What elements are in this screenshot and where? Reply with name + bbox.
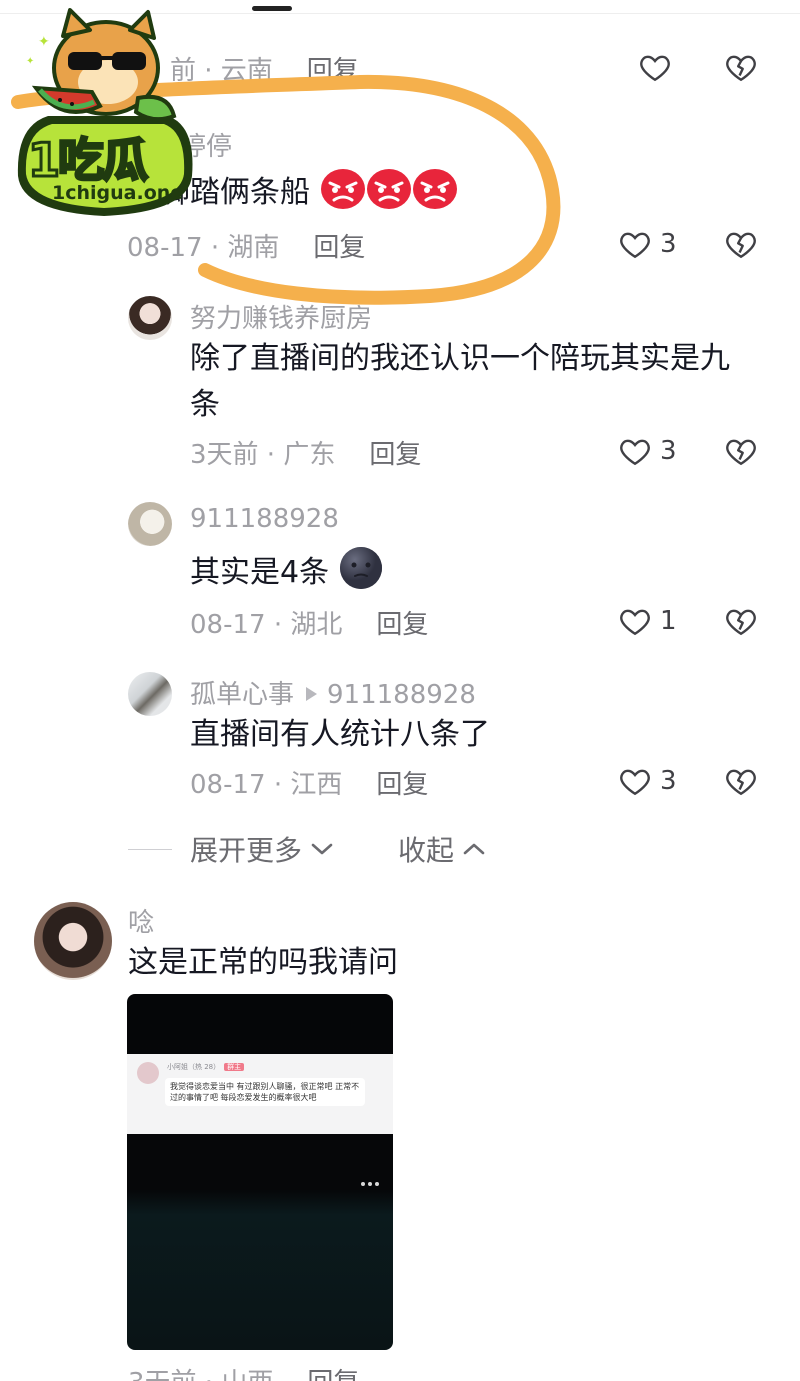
watermark-brand: 1吃瓜 — [26, 132, 149, 189]
more-dots-icon[interactable] — [361, 1182, 379, 1186]
like-button[interactable]: 3 — [618, 434, 677, 468]
comment-date-location: 08-17 · 湖南 — [127, 233, 280, 263]
comment-video-thumbnail[interactable]: 小阿姐（热 28） 群主 我觉得谈恋爱当中 有过跟别人聊骚，很正常吧 正常不过的事… — [127, 994, 393, 1350]
reply-author[interactable]: 努力赚钱养厨房 — [190, 298, 372, 335]
collapse-button[interactable]: 收起 — [398, 829, 486, 869]
chat-avatar — [137, 1062, 159, 1084]
reply-date-location: 08-17 · 江西 — [190, 770, 343, 800]
comment-meta: 前 · 云南 回复 — [170, 50, 359, 87]
reply-date-location: 08-17 · 湖北 — [190, 610, 343, 640]
chat-name-text: 小阿姐（热 28） — [167, 1063, 221, 1071]
angry-emoji-icon — [412, 169, 457, 209]
comment-date-location: 3天前 · 山西 — [128, 1368, 273, 1381]
avatar[interactable] — [128, 502, 172, 546]
reply-button[interactable]: 回复 — [369, 440, 421, 470]
avatar[interactable] — [128, 296, 172, 340]
moon-emoji-icon — [339, 547, 382, 589]
comment-meta: 3天前 · 山西 回复 — [128, 1362, 359, 1381]
video-chat-frame: 小阿姐（热 28） 群主 我觉得谈恋爱当中 有过跟别人聊骚，很正常吧 正常不过的事… — [127, 1054, 393, 1134]
reply-text-line: 条 — [190, 387, 220, 422]
thread-divider — [128, 849, 172, 850]
chat-name: 小阿姐（热 28） 群主 — [167, 1062, 245, 1072]
like-button[interactable]: 1 — [618, 604, 677, 638]
reply-button[interactable]: 回复 — [376, 610, 428, 640]
reply-button[interactable]: 回复 — [376, 770, 428, 800]
reply-text-line: 除了直播间的我还认识一个陪玩其实是九 — [190, 341, 730, 376]
broken-heart-icon — [726, 55, 756, 82]
reply-to-name[interactable]: 911188928 — [327, 680, 476, 710]
heart-icon — [620, 769, 650, 796]
comment-meta: 08-17 · 湖南 回复 — [127, 227, 365, 264]
reply-meta: 08-17 · 湖北 回复 — [190, 604, 428, 641]
reply-button[interactable]: 回复 — [313, 233, 365, 263]
chevron-up-icon — [463, 843, 485, 855]
top-handle — [252, 6, 292, 11]
collapse-label: 收起 — [398, 834, 455, 867]
heart-icon — [620, 439, 650, 466]
reply-button[interactable]: 回复 — [307, 56, 359, 86]
broken-heart-icon — [726, 769, 756, 796]
reply-author[interactable]: 911188928 — [190, 504, 339, 534]
svg-text:✦: ✦ — [26, 56, 34, 67]
reply-date-location: 3天前 · 广东 — [190, 440, 336, 470]
reply-to-arrow-icon — [306, 687, 318, 701]
avatar[interactable] — [128, 672, 172, 716]
like-count: 3 — [660, 766, 677, 796]
reply-meta: 3天前 · 广东 回复 — [190, 434, 421, 471]
dislike-button[interactable] — [724, 434, 758, 468]
reply-text: 直播间有人统计八条了 — [190, 717, 490, 752]
angry-emoji-icon — [366, 169, 411, 209]
like-count: 1 — [660, 606, 677, 636]
like-count: 3 — [660, 229, 677, 259]
reply-author-name[interactable]: 孤单心事 — [190, 680, 294, 710]
dislike-button[interactable] — [724, 227, 758, 261]
chevron-down-icon — [311, 843, 333, 855]
reply-author: 孤单心事 911188928 — [190, 674, 476, 711]
avatar[interactable] — [34, 902, 112, 980]
dislike-button[interactable] — [724, 50, 758, 84]
chat-tag: 群主 — [224, 1063, 245, 1071]
broken-heart-icon — [726, 609, 756, 636]
broken-heart-icon — [726, 439, 756, 466]
expand-more-label: 展开更多 — [190, 834, 303, 867]
like-button[interactable]: 3 — [618, 764, 677, 798]
expand-more-button[interactable]: 展开更多 — [190, 829, 334, 869]
like-count: 3 — [660, 436, 677, 466]
angry-emoji-icon — [320, 169, 365, 209]
heart-icon — [640, 55, 670, 82]
reply-text: 其实是4条 — [190, 546, 383, 598]
comment-text: 这是正常的吗我请问 — [128, 945, 398, 980]
heart-icon — [620, 609, 650, 636]
watermark-logo: ✦ ✦ 1吃瓜 1chigua.one — [8, 6, 198, 220]
dislike-button[interactable] — [724, 764, 758, 798]
like-button[interactable] — [638, 50, 672, 84]
chat-message: 我觉得谈恋爱当中 有过跟别人聊骚，很正常吧 正常不过的事情了吧 每段恋爱发生的概… — [165, 1078, 365, 1106]
broken-heart-icon — [726, 232, 756, 259]
comment-text: 脚踏俩条船 — [160, 168, 458, 218]
watermark-url: 1chigua.one — [52, 182, 184, 204]
svg-text:✦: ✦ — [38, 34, 50, 50]
dislike-button[interactable] — [724, 604, 758, 638]
reply-text-content: 其实是4条 — [190, 555, 330, 590]
reply-meta: 08-17 · 江西 回复 — [190, 764, 428, 801]
reply-button[interactable]: 回复 — [307, 1368, 359, 1381]
heart-icon — [620, 232, 650, 259]
comment-author[interactable]: 唸 — [128, 902, 154, 939]
like-button[interactable]: 3 — [618, 227, 677, 261]
